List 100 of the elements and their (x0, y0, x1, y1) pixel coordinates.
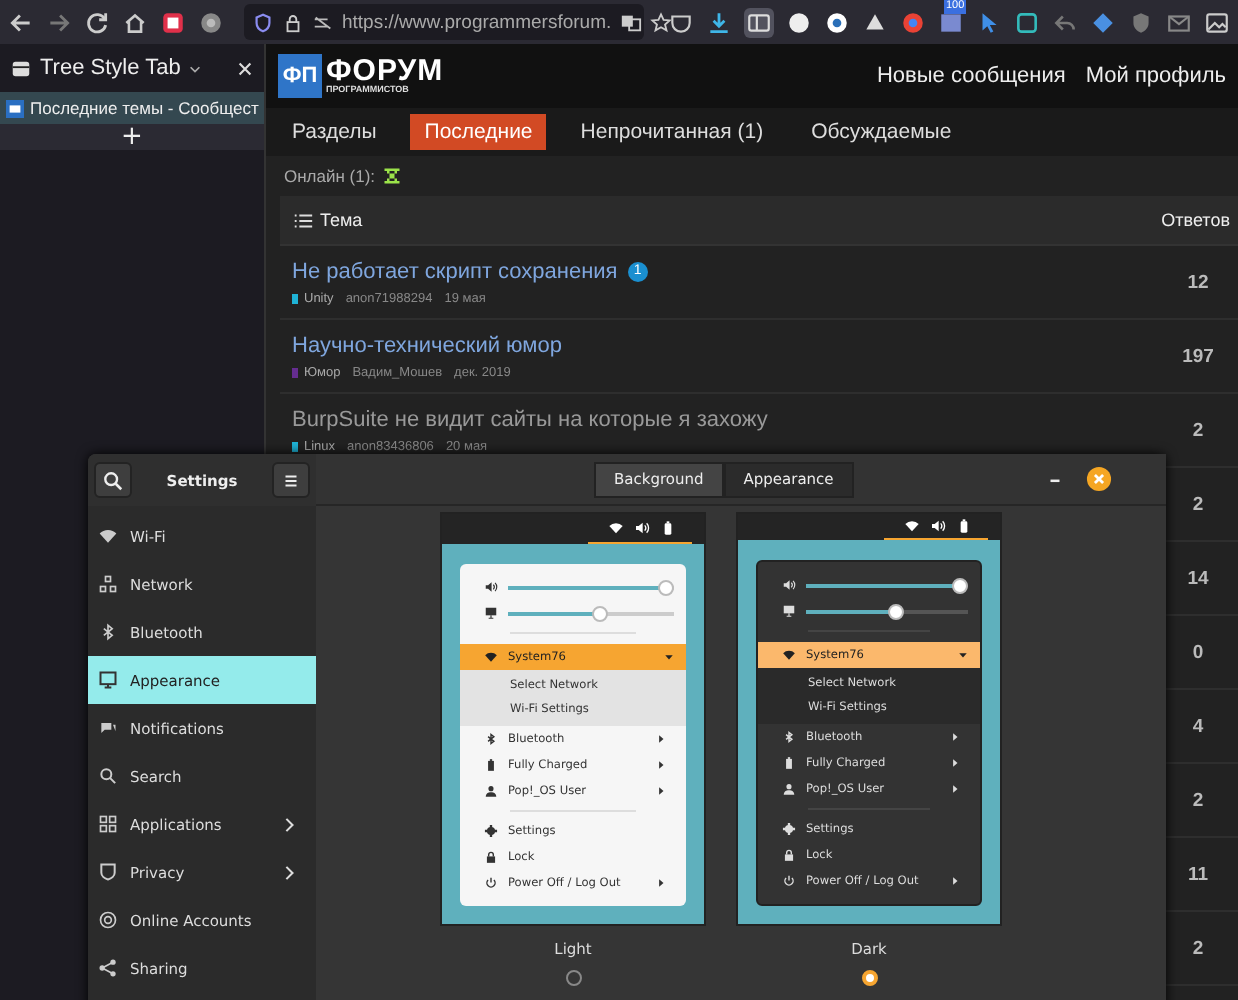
battery-icon (660, 520, 676, 536)
caret-right-icon (656, 878, 666, 888)
extension-icon[interactable] (1014, 9, 1040, 35)
chevron-down-icon[interactable] (188, 61, 203, 75)
home-icon[interactable] (122, 9, 148, 35)
reply-count: 14 (1185, 567, 1211, 589)
topic-link[interactable]: BurpSuite не видит сайты на которые я захожу (292, 407, 768, 431)
slider-thumb[interactable] (657, 579, 674, 595)
reply-count: 0 (1190, 641, 1206, 663)
menu-icon (280, 469, 302, 491)
nav-tab[interactable]: Обсуждаемые (797, 114, 966, 150)
nav-tab[interactable]: Непрочитанная (1) (566, 114, 778, 150)
at-icon (98, 910, 118, 930)
lock-icon (782, 848, 796, 862)
tab-item[interactable]: Последние темы - Сообщест (0, 92, 264, 124)
monitor-icon (484, 606, 498, 620)
sidebar-icon[interactable] (744, 7, 774, 37)
close-icon[interactable] (236, 59, 254, 77)
back-icon[interactable] (8, 9, 34, 35)
slider-thumb[interactable] (591, 605, 608, 621)
caret-down-icon (958, 650, 968, 660)
user-icon (782, 782, 796, 796)
logo-mark[interactable]: ФП (278, 54, 322, 98)
radio-button[interactable] (861, 970, 877, 986)
reply-count: 197 (1180, 345, 1216, 367)
caret-right-icon (950, 876, 960, 886)
shield-icon (252, 11, 274, 33)
sidebar-icon (10, 57, 32, 79)
pocket-icon[interactable] (668, 9, 694, 35)
lock-icon (282, 11, 304, 33)
image-icon[interactable] (1204, 9, 1230, 35)
user-icon (484, 784, 498, 798)
extension-icon[interactable] (824, 9, 850, 35)
reload-icon[interactable] (84, 9, 110, 35)
column-header[interactable]: Ответов (1161, 210, 1230, 230)
caret-right-icon (950, 732, 960, 742)
bluetooth-icon (484, 732, 498, 746)
chevron-right-icon (282, 863, 296, 881)
wifi-icon (608, 520, 624, 536)
avatar-icon[interactable] (381, 166, 402, 186)
caret-down-icon (664, 652, 674, 662)
topic-link[interactable]: Не работает скрипт сохранения (292, 259, 618, 283)
shield-icon (98, 862, 118, 882)
reply-count: 11 (1185, 863, 1211, 885)
url-text: https://www.programmersforum. (342, 11, 612, 33)
reply-count: 12 (1185, 271, 1211, 293)
caret-right-icon (656, 734, 666, 744)
monitor-icon (98, 670, 118, 690)
network-icon (98, 574, 118, 594)
list-icon (292, 209, 314, 231)
star-icon[interactable] (649, 11, 672, 33)
wifi-icon (484, 650, 498, 664)
reply-count: 2 (1190, 493, 1206, 515)
chevron-right-icon (282, 815, 296, 833)
reply-count: 2 (1190, 419, 1206, 441)
wifi-icon (98, 526, 118, 546)
speaker-icon (484, 580, 498, 594)
speaker-icon (930, 518, 946, 534)
online-label: Онлайн (1): (284, 166, 376, 186)
mail-icon[interactable] (1166, 9, 1192, 35)
monitor-icon (782, 604, 796, 618)
download-icon[interactable] (706, 9, 732, 35)
speaker-icon (634, 520, 650, 536)
battery-icon (956, 518, 972, 534)
translate-icon[interactable] (619, 11, 642, 33)
wifi-icon (782, 648, 796, 662)
topic-link[interactable]: Научно-технический юмор (292, 333, 562, 357)
header-link[interactable]: Новые сообщения (876, 64, 1066, 88)
extension-icon[interactable] (160, 9, 186, 35)
sidebar-title[interactable]: Tree Style Tab (40, 56, 181, 80)
grid-icon (98, 814, 118, 834)
slider-thumb[interactable] (887, 603, 904, 619)
extension-icon[interactable] (862, 9, 888, 35)
menu-button[interactable] (272, 462, 310, 498)
search-icon (102, 469, 124, 491)
extension-icon[interactable] (786, 9, 812, 35)
power-icon (484, 876, 498, 890)
search-button[interactable] (94, 462, 132, 498)
logo-name[interactable]: ФОРУМ (326, 56, 444, 87)
caret-right-icon (656, 786, 666, 796)
close-icon[interactable] (1086, 466, 1112, 492)
shield-icon[interactable] (1128, 9, 1154, 35)
lock-icon (484, 850, 498, 864)
slider-thumb[interactable] (951, 577, 968, 593)
forward-icon[interactable] (46, 9, 72, 35)
reply-count: 2 (1190, 937, 1206, 959)
header-link[interactable]: Мой профиль (1085, 64, 1226, 88)
nav-tab[interactable]: Последние (410, 114, 547, 150)
speaker-icon (782, 578, 796, 592)
wifi-icon (904, 518, 920, 534)
bluetooth-icon (98, 622, 118, 642)
favicon-icon (6, 99, 24, 117)
power-icon (782, 874, 796, 888)
column-header[interactable]: Тема (320, 210, 363, 230)
extension-icon[interactable] (198, 9, 224, 35)
reply-count: 2 (1190, 789, 1206, 811)
caret-right-icon (950, 784, 960, 794)
radio-button[interactable] (565, 970, 581, 986)
new-tab-button[interactable]: + (0, 124, 264, 150)
nav-tab[interactable]: Разделы (278, 114, 391, 150)
